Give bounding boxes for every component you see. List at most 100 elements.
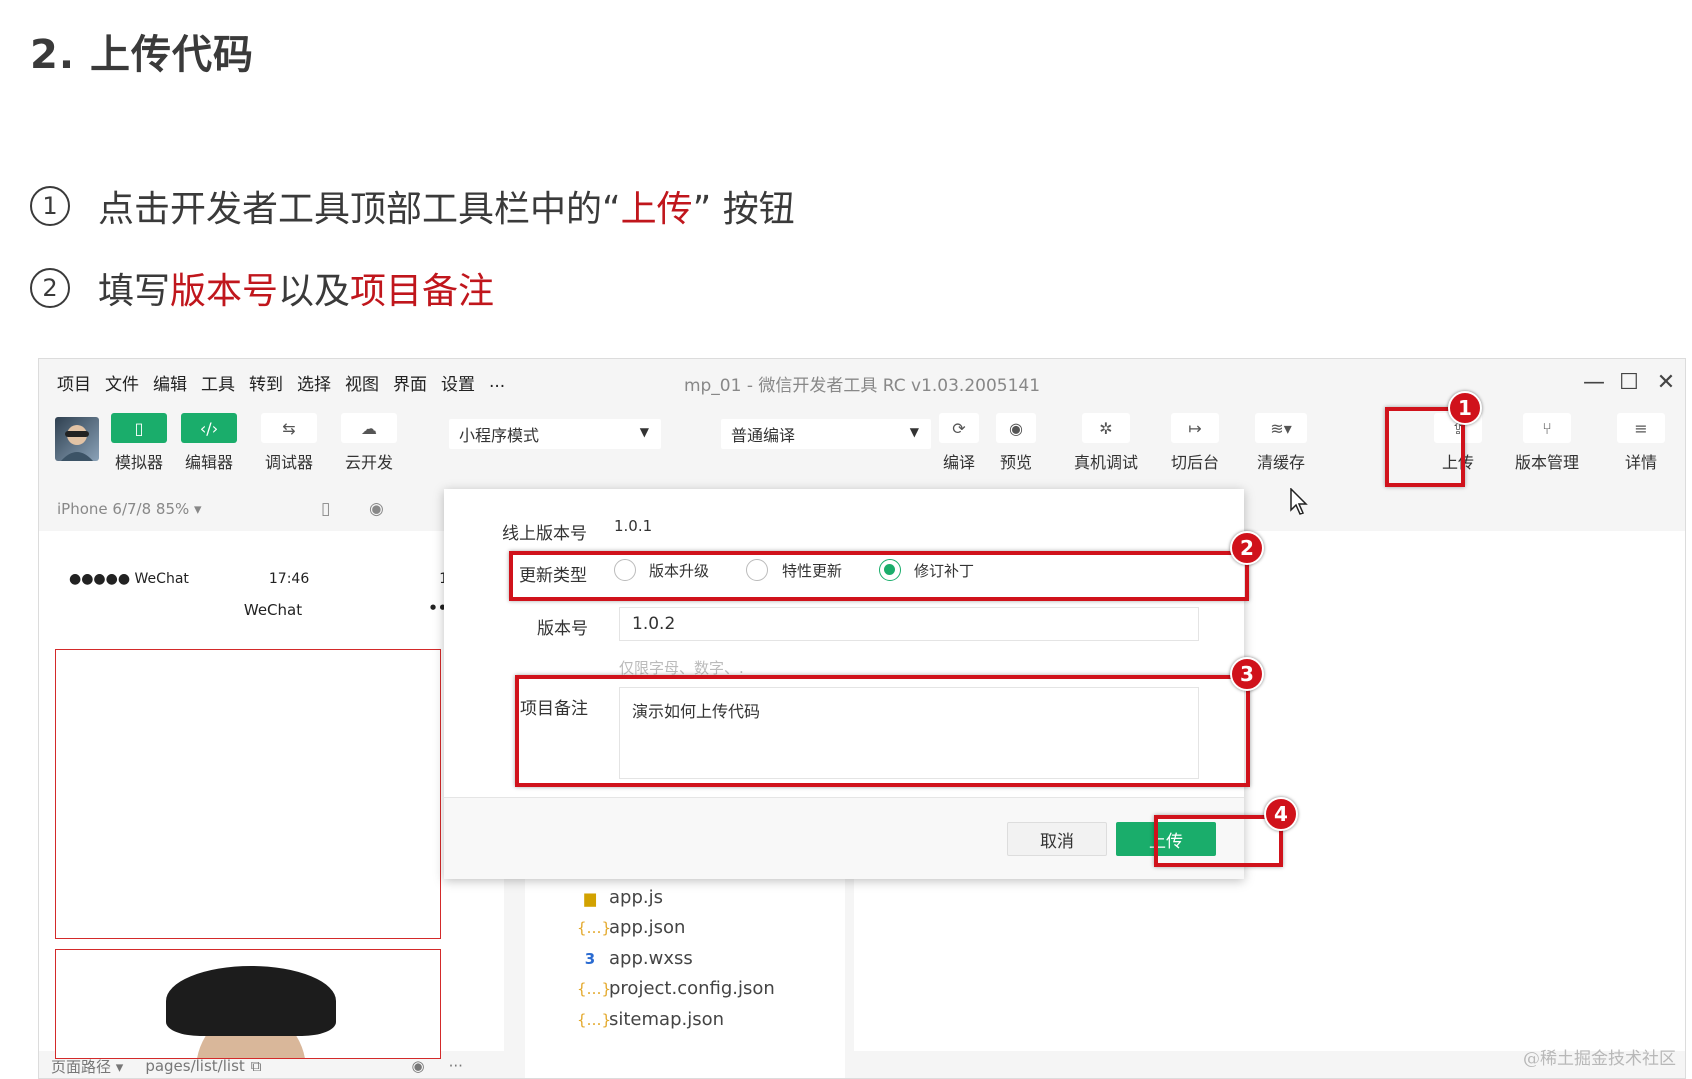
compile-select[interactable]: 普通编译 ▼ [721,419,931,449]
branch-icon: ⑂ [1523,413,1571,443]
compile-select-value: 普通编译 [731,426,796,445]
preview-label: 预览 [999,453,1032,472]
menu-file[interactable]: 文件 [105,370,139,395]
simulator-button[interactable]: ▯ 模拟器 [111,413,167,473]
step-1-highlight: 上传 [620,189,693,230]
phone-time: 17:46 [268,571,310,587]
mouse-cursor-icon [1290,487,1310,520]
phone-nav-bar: WeChat ••• [53,599,493,619]
file-name: app.json [609,917,686,938]
file-item[interactable]: {…} app.json [577,917,685,938]
hair-shape [166,966,336,1036]
version-hint: 仅限字母、数字、. [619,659,744,677]
phone-icon: ▯ [111,413,167,443]
upload-dialog: 线上版本号 1.0.1 更新类型 版本升级 特性更新 修订补丁 版本号 1.0.… [444,489,1244,879]
step-2-text-mid: 以及 [278,271,351,312]
version-mgmt-label: 版本管理 [1515,453,1580,472]
js-file-icon: ▆ [584,888,596,907]
menu-goto[interactable]: 转到 [249,370,283,395]
version-input-value: 1.0.2 [632,614,676,634]
note-textarea[interactable]: 演示如何上传代码 [619,687,1199,779]
menu-tools[interactable]: 工具 [201,370,235,395]
page-path-label[interactable]: 页面路径 ▾ [51,1056,123,1077]
file-item[interactable]: {…} project.config.json [577,978,775,999]
eye-icon: ◉ [996,413,1036,443]
eye-icon[interactable]: ◉ [411,1057,424,1075]
version-mgmt-button[interactable]: ⑂ 版本管理 [1515,413,1579,473]
step-badge-1: 1 [1448,391,1482,425]
cancel-button[interactable]: 取消 [1007,822,1107,856]
device-debug-button[interactable]: ✲ 真机调试 [1074,413,1138,473]
menu-more[interactable]: ... [489,372,505,392]
menu-view[interactable]: 视图 [345,370,379,395]
compile-button[interactable]: ⟳ 编译 [939,413,979,473]
version-label: 版本号 [537,619,588,639]
file-name: app.wxss [609,948,693,969]
simulator-panel: ●●●●● WeChat 17:46 100 WeChat ••• [39,531,504,1059]
menu-project[interactable]: 项目 [57,370,91,395]
status-bar: 页面路径 ▾ pages/list/list ⧉ ◉ ··· [39,1051,1685,1078]
online-version-value: 1.0.1 [614,517,653,535]
editor-label: 编辑器 [184,453,233,472]
css-file-icon: 3 [584,949,596,968]
image-area [55,949,441,1059]
menu-select[interactable]: 选择 [297,370,331,395]
radio-patch[interactable] [879,559,901,581]
preview-button[interactable]: ◉ 预览 [996,413,1036,473]
radio-feature[interactable] [746,559,768,581]
debugger-button[interactable]: ⇆ 调试器 [261,413,317,473]
note-textarea-value: 演示如何上传代码 [632,702,761,721]
page-path: pages/list/list [145,1057,245,1075]
online-version-label: 线上版本号 [502,524,587,544]
step-badge-3: 3 [1230,657,1264,691]
phone-toggle-icon[interactable]: ▯ [321,499,330,519]
copy-icon[interactable]: ⧉ [251,1057,262,1075]
step-1-text-post: ” 按钮 [692,189,795,230]
menu-bar: 项目 文件 编辑 工具 转到 选择 视图 界面 设置 ... [39,359,1685,405]
confirm-upload-button[interactable]: 上传 [1116,822,1216,856]
file-tree: ▆ app.js {…} app.json 3 app.wxss {…} project… [525,879,845,1078]
switch-icon: ↦ [1171,413,1219,443]
cloud-button[interactable]: ☁ 云开发 [341,413,397,473]
file-item[interactable]: ▆ app.js [577,887,663,908]
maximize-icon[interactable]: ☐ [1614,367,1644,397]
record-icon[interactable]: ◉ [369,499,384,519]
devtools-window: 项目 文件 编辑 工具 转到 选择 视图 界面 设置 ... mp_01 - 微… [38,358,1686,1079]
cloud-icon: ☁ [341,413,397,443]
confirm-upload-label: 上传 [1149,831,1183,852]
radio-major[interactable] [614,559,636,581]
step-badge-4: 4 [1264,797,1298,831]
device-select[interactable]: iPhone 6/7/8 85% ▾ [57,500,202,518]
clear-cache-label: 清缓存 [1256,453,1305,472]
step-2: 2 填写 版本号 以及 项目备注 [30,262,494,314]
radio-feature-label: 特性更新 [782,562,843,580]
carrier: ●●●●● WeChat [69,571,189,587]
menu-interface[interactable]: 界面 [393,370,427,395]
details-button[interactable]: ≡ 详情 [1617,413,1665,473]
bug-icon: ✲ [1082,413,1130,443]
debugger-label: 调试器 [264,453,313,472]
step-2-number: 2 [30,268,70,308]
mode-select[interactable]: 小程序模式 ▼ [449,419,661,449]
layers-icon: ≋▾ [1255,413,1307,443]
step-2-highlight-note: 项目备注 [350,271,495,312]
page-content-area [55,649,441,939]
more-icon[interactable]: ··· [449,1057,463,1075]
file-item[interactable]: {…} sitemap.json [577,1009,724,1030]
menu-settings[interactable]: 设置 [441,370,475,395]
swap-icon: ⇆ [261,413,317,443]
close-icon[interactable]: ✕ [1651,367,1681,397]
simulator-header: iPhone 6/7/8 85% ▾ ▯ ◉ [39,489,504,529]
avatar[interactable] [55,417,99,461]
mode-select-value: 小程序模式 [459,426,540,445]
clear-cache-button[interactable]: ≋▾ 清缓存 [1255,413,1307,473]
minimize-icon[interactable]: — [1579,367,1609,397]
editor-button[interactable]: ‹/› 编辑器 [181,413,237,473]
menu-edit[interactable]: 编辑 [153,370,187,395]
file-name: sitemap.json [609,1009,725,1030]
step-badge-2: 2 [1230,531,1264,565]
file-item[interactable]: 3 app.wxss [577,948,693,969]
version-input[interactable]: 1.0.2 [619,607,1199,641]
slide-title: 2. 上传代码 [30,32,254,78]
background-button[interactable]: ↦ 切后台 [1171,413,1219,473]
